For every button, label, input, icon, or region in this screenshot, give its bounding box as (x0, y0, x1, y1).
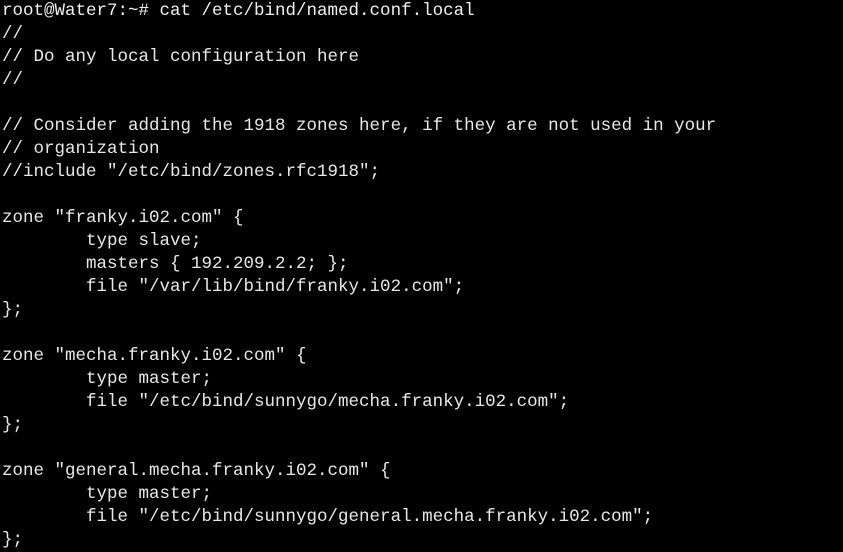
output-line: //include "/etc/bind/zones.rfc1918"; (2, 162, 381, 182)
output-line: type master; (2, 484, 213, 504)
output-line: // Do any local configuration here (2, 47, 360, 67)
output-line: file "/var/lib/bind/franky.i02.com"; (2, 277, 465, 297)
output-line: // organization (2, 139, 160, 159)
output-line: // (2, 70, 24, 90)
terminal-window[interactable]: root@Water7:~# cat /etc/bind/named.conf.… (2, 0, 843, 550)
output-line: }; (2, 300, 24, 320)
output-line: zone "mecha.franky.i02.com" { (2, 346, 307, 366)
command-prompt-line: root@Water7:~# cat /etc/bind/named.conf.… (2, 1, 475, 21)
output-line: // Consider adding the 1918 zones here, … (2, 116, 717, 136)
output-line: // (2, 24, 24, 44)
output-line: zone "franky.i02.com" { (2, 208, 244, 228)
output-line: }; (2, 415, 24, 435)
output-line: file "/etc/bind/sunnygo/general.mecha.fr… (2, 507, 654, 527)
output-line: type master; (2, 369, 213, 389)
output-line: file "/etc/bind/sunnygo/mecha.franky.i02… (2, 392, 570, 412)
output-line: zone "general.mecha.franky.i02.com" { (2, 461, 391, 481)
output-line: type slave; (2, 231, 202, 251)
output-line: masters { 192.209.2.2; }; (2, 254, 349, 274)
